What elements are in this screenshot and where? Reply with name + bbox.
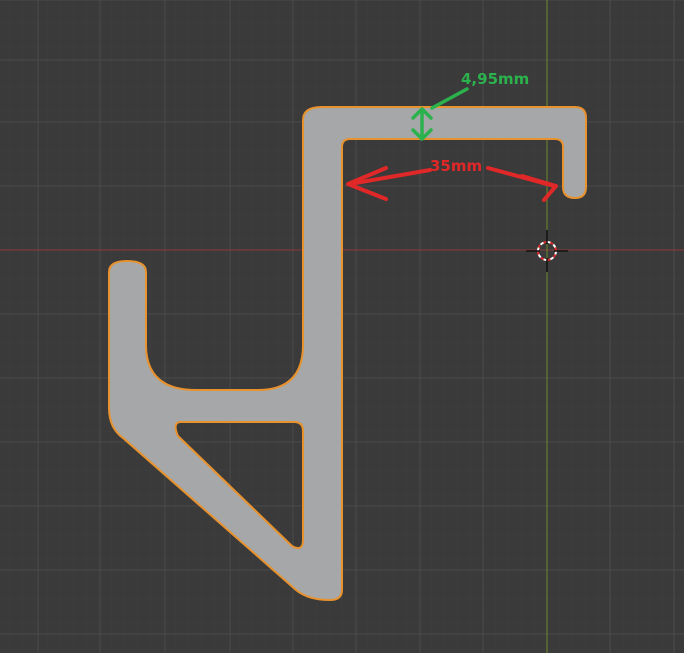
width-dimension-label: 35mm	[430, 157, 482, 175]
thickness-dimension-label: 4,95mm	[461, 70, 529, 88]
3d-viewport[interactable]: 35mm 4,95mm	[0, 0, 684, 653]
viewport-canvas[interactable]: 35mm 4,95mm	[0, 0, 684, 653]
